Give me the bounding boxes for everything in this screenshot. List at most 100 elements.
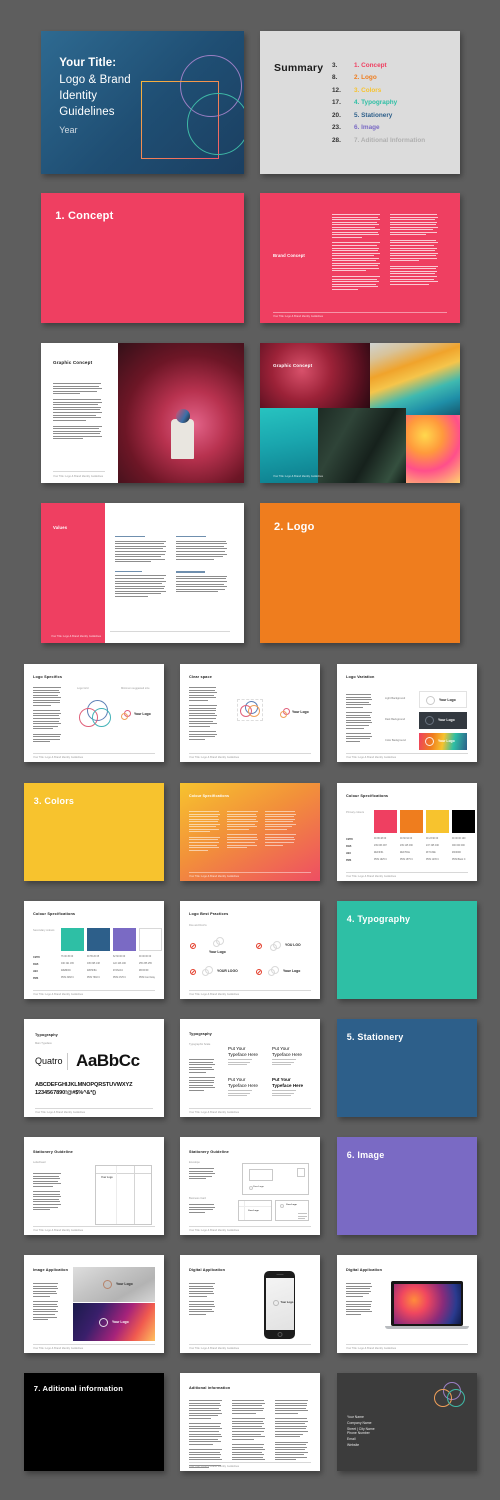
slide-typography-main[interactable]: Typography Main Typeface Quatro AaBbCc A… [24,1019,164,1117]
colour-intro-col-1 [189,811,220,852]
colour-specs-label: Colour Specifications [346,794,389,798]
slide-section-stationery[interactable]: 5. Stationery [337,1019,477,1117]
logo-specifics-text [33,687,61,744]
slide-summary[interactable]: Summary 3. 1. Concept 8. 2. Logo 12. 3. … [260,31,460,174]
values-label: Values [53,525,68,530]
colour-row-label: HEX [346,852,351,855]
page-footer: Your Title: Logo & Brand Identity Guidel… [51,635,102,638]
colour-secondary-subtitle: Secondary colours [33,929,55,932]
page-footer: Your Title: Logo & Brand Identity Guidel… [189,874,240,878]
logo-wordmark: Your Logo [116,1282,133,1286]
colour-value: 62 60 00 00 [113,956,126,958]
contact-logo-mark [434,1382,466,1408]
slide-graphic-concept-text[interactable]: Graphic Concept Your Title: Logo & Brand… [41,343,244,483]
digital-application-label: Digital Application [346,1268,383,1272]
typography-label: Typography [189,1032,212,1036]
colour-primary-subtitle: Primary colours [346,811,365,814]
clear-space-mark-small [280,708,291,718]
letterhead-text [33,1173,61,1212]
colour-value: 122 106 196 [113,963,126,965]
image-application-label: Image Application [33,1268,69,1272]
slide-additional-information[interactable]: Aditional information Your Title: Logo &… [180,1373,320,1471]
summary-list: 3. 1. Concept 8. 2. Logo 12. 3. Colors 1… [332,60,425,147]
slide-typography-scale[interactable]: Typography Typographic Scale Put Your Typ… [180,1019,320,1117]
slide-digital-application-laptop[interactable]: Digital Application Your Title: Logo & B… [337,1255,477,1353]
additional-info-label: Aditional information [189,1386,231,1390]
slide-stationery-envelope[interactable]: Stationery Guideline Envelope Your Logo … [180,1137,320,1235]
colour-value: PMS Black C [452,859,466,861]
slide-image-application[interactable]: Image Application Your Logo Your Logo Yo… [24,1255,164,1353]
logo-mark-variant [270,941,282,951]
page-footer: Your Title: Logo & Brand Identity Guidel… [189,1464,240,1468]
section-title-image: 6. Image [346,1149,385,1160]
page-footer: Your Title: Logo & Brand Identity Guidel… [273,475,324,478]
slide-brand-concept[interactable]: Brand Concept Your Title: Logo & Brand I… [260,193,460,323]
summary-row[interactable]: 28. 7. Aditional Information [332,135,425,147]
section-title-logo: 2. Logo [274,521,315,534]
slide-logo-specifics[interactable]: Logo Specifics Logo Grid Minimum suggest… [24,664,164,762]
logo-specifics-label: Logo Specifics [33,675,63,679]
slide-section-logo[interactable]: 2. Logo [260,503,460,643]
business-card-text [189,1204,215,1214]
logo-grid-mark [78,700,114,728]
phone-screen: Your Logo [265,1278,294,1330]
colour-value: PMS 1235 C [426,859,440,861]
colour-value: 90 55 20 05 [87,956,100,958]
logo-variation-color-swatch: Your Logo [419,733,467,750]
slide-section-typography[interactable]: 4. Typography [337,901,477,999]
logo-wordmark: Your Logo [438,739,455,743]
page-footer: Your Title: Logo & Brand Identity Guidel… [273,315,324,318]
slide-logo-best-practices[interactable]: Logo Best Practices Dos and Don'ts Your … [180,901,320,999]
best-practices-label: Logo Best Practices [189,912,229,916]
slide-stationery-letterhead[interactable]: Stationery Guideline Letterhead Your Log… [24,1137,164,1235]
slide-section-concept[interactable]: 1. Concept [41,193,244,323]
summary-row[interactable]: 12. 3. Colors [332,85,425,97]
photo-aurora: Your Logo [73,1303,155,1341]
page-footer: Your Title: Logo & Brand Identity Guidel… [33,992,84,996]
typeface-block-title: Put Your Typeface Here [272,1077,304,1088]
best-practices-subtitle: Dos and Don'ts [189,924,207,927]
colour-value: 00 00 00 100 [452,838,466,840]
phone-mockup: Your Logo [264,1271,295,1339]
slide-colour-specs-intro[interactable]: Colour Specifications Your Title: Logo &… [180,783,320,881]
additional-column-1 [189,1400,222,1470]
slide-cover[interactable]: Your Title: Logo & Brand Identity Guidel… [41,31,244,174]
colour-swatch [139,928,162,951]
summary-row[interactable]: 23. 6. Image [332,122,425,134]
colour-value: #FFFFFF [139,970,149,972]
summary-row[interactable]: 8. 2. Logo [332,72,425,84]
slide-digital-application-phone[interactable]: Digital Application Your Logo Your Title… [180,1255,320,1353]
brand-concept-column-right [390,214,438,286]
summary-row[interactable]: 17. 4. Typography [332,97,425,109]
business-card-label: Business Card [189,1197,206,1200]
colour-value: PMS 3268 C [61,977,75,979]
slide-graphic-concept-mosaic[interactable]: Graphic Concept Your Title: Logo & Brand… [260,343,460,483]
digital-application-text [189,1283,215,1317]
slide-section-additional[interactable]: 7. Aditional information [24,1373,164,1471]
colour-row-label: RGB [33,963,39,966]
slide-logo-variation[interactable]: Logo Variation Light Background Your Log… [337,664,477,762]
typography-subtitle: Main Typeface [35,1042,52,1045]
slide-clear-space[interactable]: Clear space Your Logo Your Title: Logo &… [180,664,320,762]
clear-space-label: Clear space [189,675,212,679]
colour-value: 045 095 138 [87,963,100,965]
typeface-block-body [228,1090,254,1098]
slide-colour-secondary[interactable]: Colour Specifications Secondary colours … [24,901,164,999]
logo-variation-row-label: Light Background [385,697,406,700]
summary-row[interactable]: 3. 1. Concept [332,60,425,72]
slide-contact[interactable]: Your Name Company Name Street | City Nam… [337,1373,477,1471]
slide-section-colors[interactable]: 3. Colors [24,783,164,881]
slide-colour-primary[interactable]: Colour Specifications Primary colours CM… [337,783,477,881]
brand-concept-column-left [332,214,380,291]
colour-value: 00 00 00 00 [139,956,152,958]
slide-section-image[interactable]: 6. Image [337,1137,477,1235]
photo-hot-spring [370,343,460,415]
summary-row[interactable]: 20. 5. Stationery [332,110,425,122]
logo-wordmark: Your Logo [439,698,456,702]
brand-concept-label: Brand Concept [273,253,305,258]
logo-wordmark: YOU LGO [285,943,301,947]
slide-values[interactable]: Values Your Title: Logo & Brand Identity… [41,503,244,643]
colour-value: 00 60 94 00 [400,838,413,840]
laptop-screen [393,1283,461,1324]
page-footer: Your Title: Logo & Brand Identity Guidel… [53,475,104,478]
